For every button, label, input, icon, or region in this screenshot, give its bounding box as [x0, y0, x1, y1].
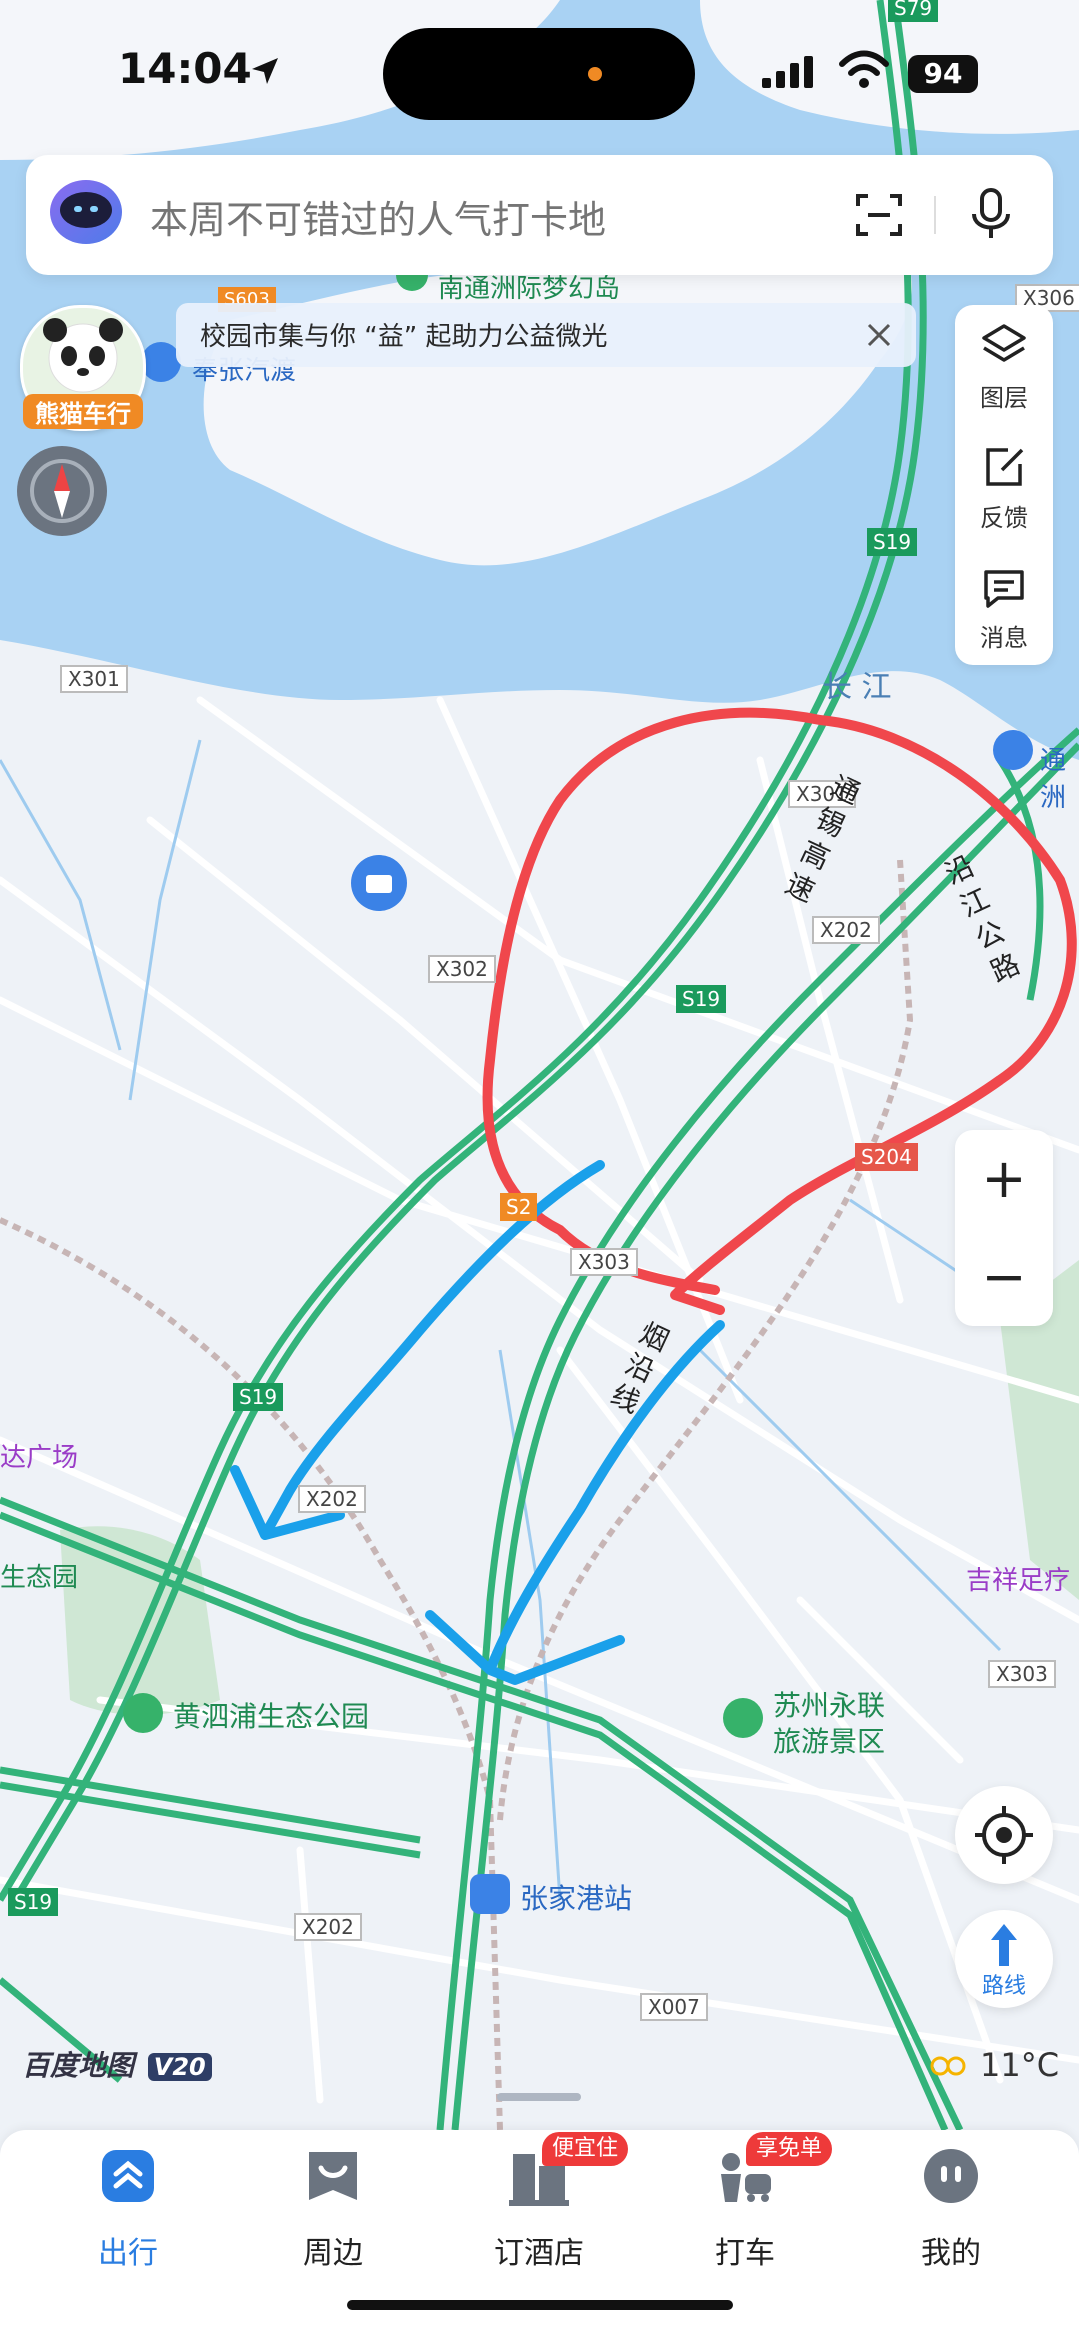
- poi-marker-scenic: [723, 1698, 763, 1738]
- nav-label-hotel[interactable]: 订酒店: [459, 2228, 619, 2272]
- banner-text[interactable]: 校园市集与你 “益” 起助力公益微光: [200, 316, 607, 353]
- place-label-shengtaiyuan[interactable]: 生态园: [0, 1557, 78, 1594]
- poi-marker-bag: [351, 855, 407, 911]
- messages-button[interactable]: 消息: [955, 618, 1053, 653]
- place-label-jixiang[interactable]: 吉祥足疗: [966, 1560, 1070, 1597]
- road-label-x202b: X202: [298, 1485, 366, 1513]
- route-button[interactable]: 路线: [955, 1910, 1053, 2008]
- river-label: 长 江: [822, 670, 892, 705]
- drag-handle[interactable]: [497, 2093, 581, 2101]
- road-label-s19c: S19: [233, 1383, 284, 1411]
- nav-label-mine[interactable]: 我的: [871, 2228, 1031, 2272]
- battery-indicator: 94: [908, 55, 978, 93]
- assistant-robot-icon[interactable]: [44, 170, 128, 254]
- wifi-icon: [839, 50, 889, 88]
- nav-label-travel[interactable]: 出行: [48, 2228, 208, 2272]
- place-label-wanda[interactable]: 达广场: [0, 1437, 78, 1474]
- search-input[interactable]: [150, 190, 810, 250]
- feedback-icon[interactable]: [980, 444, 1028, 490]
- road-label-s79: S79: [888, 0, 939, 22]
- layers-icon[interactable]: [980, 322, 1028, 368]
- brand-version: V20: [147, 2053, 212, 2081]
- road-label-x303: X303: [988, 1660, 1056, 1688]
- road-label-s204: S204: [855, 1143, 918, 1171]
- locate-icon: [975, 1806, 1033, 1864]
- status-time: 14:04: [118, 44, 252, 93]
- locate-button[interactable]: [955, 1786, 1053, 1884]
- nearby-icon: [309, 2152, 357, 2200]
- panda-icon: [43, 318, 123, 393]
- nav-label-nearby[interactable]: 周边: [253, 2228, 413, 2272]
- avatar[interactable]: 熊猫车行: [20, 305, 146, 431]
- travel-icon: [102, 2150, 154, 2202]
- zoom-out-button[interactable]: −: [955, 1228, 1053, 1326]
- poi-marker-ferry: [141, 342, 181, 382]
- poi-marker-park: [123, 1693, 163, 1733]
- zoom-in-button[interactable]: +: [955, 1130, 1053, 1228]
- cellular-signal-icon: [762, 56, 813, 88]
- road-label-x301: X301: [60, 665, 128, 693]
- compass-icon: [30, 459, 94, 523]
- road-label-x202: X202: [812, 916, 880, 944]
- road-label-x202c: X202: [294, 1913, 362, 1941]
- weather-temp[interactable]: 11°C: [980, 2046, 1059, 2084]
- compass-button[interactable]: [17, 446, 107, 536]
- close-icon[interactable]: [864, 320, 894, 350]
- place-label-suzhou[interactable]: 苏州永联 旅游景区: [773, 1688, 885, 1760]
- place-label-huangsipu[interactable]: 黄泗浦生态公园: [173, 1695, 369, 1735]
- road-label-x302: X302: [428, 955, 496, 983]
- weather-icon: [930, 2056, 966, 2076]
- place-label-zhangjiagang[interactable]: 张家港站: [520, 1877, 632, 1917]
- location-arrow-icon: [252, 58, 278, 84]
- layers-button[interactable]: 图层: [955, 378, 1053, 413]
- baidu-map-logo: 百度地图 V20: [22, 2044, 212, 2084]
- scan-icon[interactable]: [854, 190, 904, 240]
- road-label-x007: X007: [640, 1993, 708, 2021]
- taxi-badge: 享免单: [746, 2132, 833, 2166]
- nav-label-taxi[interactable]: 打车: [665, 2228, 825, 2272]
- search-divider: [934, 196, 936, 234]
- hotel-badge: 便宜住: [542, 2132, 629, 2166]
- place-label-tongzhou[interactable]: 通洲: [1040, 740, 1079, 814]
- road-label-s19: S19: [867, 528, 918, 556]
- privacy-dot: [588, 67, 602, 81]
- message-icon[interactable]: [980, 566, 1028, 612]
- road-label-x303b: X303: [570, 1248, 638, 1276]
- dynamic-island: [383, 28, 695, 120]
- road-label-s19b: S19: [676, 985, 727, 1013]
- feedback-button[interactable]: 反馈: [955, 498, 1053, 533]
- brand-name: 百度地图: [22, 2049, 135, 2082]
- profile-icon: [924, 2149, 978, 2203]
- poi-marker-port: [993, 730, 1033, 770]
- poi-marker-station: [470, 1874, 510, 1914]
- route-label: 路线: [981, 1974, 1026, 1999]
- microphone-icon[interactable]: [966, 186, 1016, 242]
- road-label-s19d: S19: [8, 1888, 59, 1916]
- avatar-label: 熊猫车行: [23, 394, 143, 429]
- road-label-s2: S2: [500, 1193, 538, 1221]
- home-indicator[interactable]: [347, 2300, 733, 2310]
